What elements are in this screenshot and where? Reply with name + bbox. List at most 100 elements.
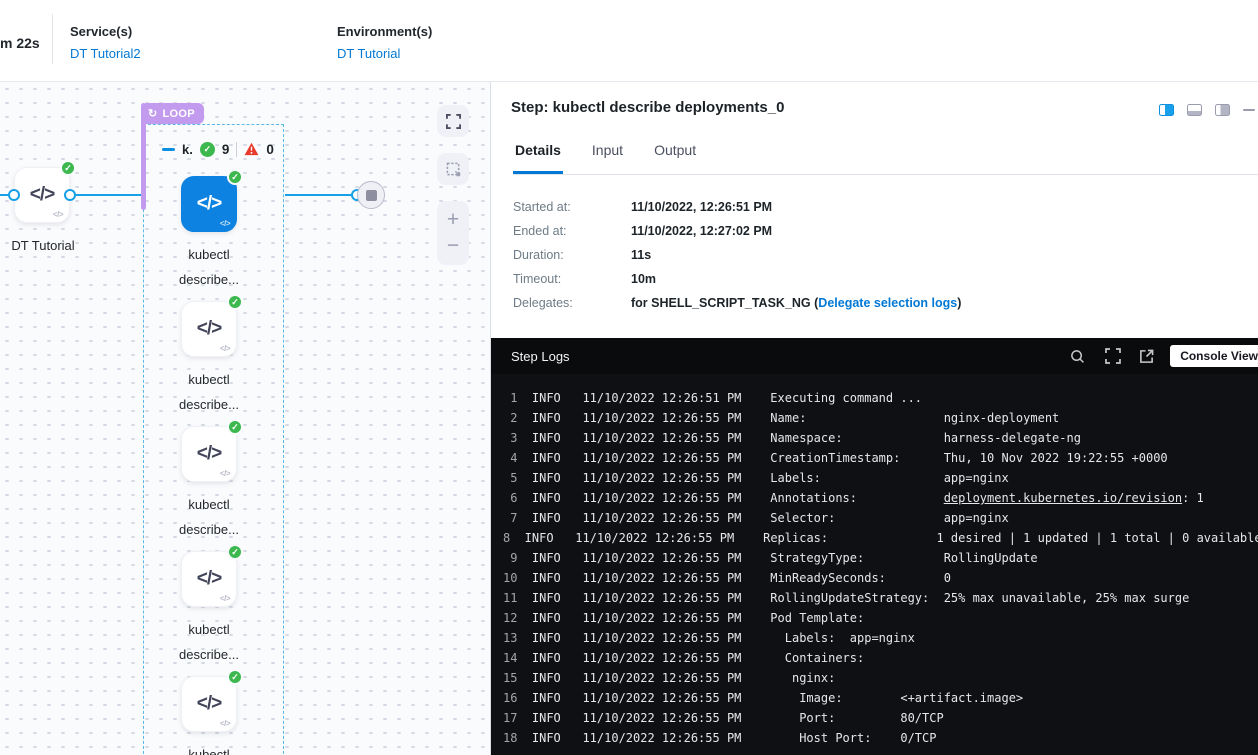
log-search-icon[interactable] [1070, 349, 1085, 364]
log-message: MinReadySeconds: 0 [770, 568, 951, 588]
log-line: 7INFO11/10/2022 12:26:55 PMSelector: app… [503, 508, 1258, 528]
step-logs-console[interactable]: 1INFO11/10/2022 12:26:51 PMExecuting com… [491, 374, 1258, 748]
log-line-number: 4 [503, 448, 517, 468]
environment-link[interactable]: DT Tutorial [337, 46, 432, 61]
field-label: Started at: [513, 200, 631, 214]
canvas-zoom-controls: + − [437, 201, 469, 265]
success-badge-icon: ✓ [227, 294, 243, 310]
success-badge-icon: ✓ [227, 169, 243, 185]
log-level: INFO [532, 648, 561, 668]
delegate-selection-logs-link[interactable]: Delegate selection logs [818, 296, 957, 310]
field-row: Duration:11s [513, 248, 961, 262]
canvas-select-area-button[interactable] [437, 153, 469, 185]
log-line: 16INFO11/10/2022 12:26:55 PM Image: <+ar… [503, 688, 1258, 708]
log-line-number: 16 [503, 688, 517, 708]
log-line: 11INFO11/10/2022 12:26:55 PMRollingUpdat… [503, 588, 1258, 608]
graph-node-dt-tutorial[interactable]: </> </> ✓ [14, 167, 70, 223]
service-label: Service(s) [70, 24, 132, 39]
field-value: for SHELL_SCRIPT_TASK_NG (Delegate selec… [631, 296, 961, 310]
field-label: Ended at: [513, 224, 631, 238]
collapse-group-icon[interactable] [162, 148, 175, 151]
log-message: CreationTimestamp: Thu, 10 Nov 2022 19:2… [770, 448, 1167, 468]
log-level: INFO [532, 608, 561, 628]
log-message: StrategyType: RollingUpdate [770, 548, 1037, 568]
log-line: 10INFO11/10/2022 12:26:55 PMMinReadySeco… [503, 568, 1258, 588]
zoom-out-button[interactable]: − [437, 233, 469, 259]
canvas-fit-view-button[interactable] [437, 105, 469, 137]
selection-box-icon [446, 162, 461, 177]
log-level: INFO [532, 728, 561, 748]
log-timestamp: 11/10/2022 12:26:55 PM [582, 728, 741, 748]
console-view-button[interactable]: Console View [1170, 345, 1258, 367]
success-badge-icon: ✓ [227, 419, 243, 435]
tab-output[interactable]: Output [652, 142, 698, 174]
log-line: 14INFO11/10/2022 12:26:55 PM Containers: [503, 648, 1258, 668]
log-message: Labels: app=nginx [770, 628, 915, 648]
zoom-in-button[interactable]: + [437, 207, 469, 233]
log-message: Containers: [770, 648, 864, 668]
log-timestamp: 11/10/2022 12:26:55 PM [582, 628, 741, 648]
log-level: INFO [532, 448, 561, 468]
execution-summary-bar: m 22s Service(s) DT Tutorial2 Environmen… [0, 0, 1258, 82]
log-message: Pod Template: [770, 608, 864, 628]
log-line: 13INFO11/10/2022 12:26:55 PM Labels: app… [503, 628, 1258, 648]
graph-node-step[interactable]: </></>✓ [181, 676, 237, 732]
step-detail-fields: Started at:11/10/2022, 12:26:51 PMEnded … [513, 200, 961, 320]
log-line: 5INFO11/10/2022 12:26:55 PMLabels: app=n… [503, 468, 1258, 488]
failed-count: 0 [266, 142, 274, 157]
field-label: Timeout: [513, 272, 631, 286]
field-row: Timeout:10m [513, 272, 961, 286]
pipeline-graph-canvas[interactable]: ↻ LOOP k. ✓ 9 0 </> </> ✓ DT Tut [0, 82, 490, 755]
log-message: Annotations: deployment.kubernetes.io/re… [770, 488, 1204, 508]
log-message: Selector: app=nginx [770, 508, 1008, 528]
log-level: INFO [532, 668, 561, 688]
layout-bottom-panel-icon[interactable] [1187, 104, 1202, 116]
log-message: RollingUpdateStrategy: 25% max unavailab… [770, 588, 1189, 608]
graph-end-node[interactable] [357, 181, 385, 209]
log-line: 1INFO11/10/2022 12:26:51 PMExecuting com… [503, 388, 1258, 408]
log-level: INFO [532, 588, 561, 608]
log-level: INFO [532, 568, 561, 588]
tab-details[interactable]: Details [513, 142, 563, 174]
layout-split-right-icon[interactable] [1159, 104, 1174, 116]
step-details-panel: Step: kubectl describe deployments_0 Det… [490, 82, 1258, 755]
field-value: 11/10/2022, 12:27:02 PM [631, 224, 772, 238]
log-annotation-link[interactable]: deployment.kubernetes.io/revision [944, 491, 1182, 505]
minimize-panel-icon[interactable] [1243, 109, 1255, 111]
log-line-number: 9 [503, 548, 517, 568]
expand-icon [446, 114, 461, 129]
delegates-value-suffix: ) [957, 296, 961, 310]
log-line: 3INFO11/10/2022 12:26:55 PMNamespace: ha… [503, 428, 1258, 448]
field-value: 10m [631, 272, 656, 286]
layout-right-panel-icon[interactable] [1215, 104, 1230, 116]
graph-node-step[interactable]: </></>✓ [181, 176, 237, 232]
service-link[interactable]: DT Tutorial2 [70, 46, 141, 61]
log-timestamp: 11/10/2022 12:26:55 PM [582, 708, 741, 728]
log-level: INFO [532, 708, 561, 728]
open-in-new-tab-icon[interactable] [1139, 349, 1154, 364]
log-timestamp: 11/10/2022 12:26:55 PM [582, 488, 741, 508]
graph-node-step[interactable]: </></>✓ [181, 551, 237, 607]
log-line-number: 11 [503, 588, 517, 608]
log-level: INFO [532, 468, 561, 488]
node-label: kubectl describe... [169, 492, 249, 542]
log-level: INFO [525, 528, 554, 548]
log-message: Labels: app=nginx [770, 468, 1008, 488]
success-badge-icon: ✓ [227, 544, 243, 560]
graph-node-step[interactable]: </></>✓ [181, 426, 237, 482]
log-line: 12INFO11/10/2022 12:26:55 PMPod Template… [503, 608, 1258, 628]
log-line-number: 14 [503, 648, 517, 668]
tab-input[interactable]: Input [590, 142, 625, 174]
log-fullscreen-icon[interactable] [1105, 348, 1121, 364]
step-logs-header: Step Logs Console View [491, 338, 1258, 374]
log-timestamp: 11/10/2022 12:26:55 PM [582, 468, 741, 488]
log-level: INFO [532, 688, 561, 708]
log-line-number: 6 [503, 488, 517, 508]
loop-group-header: k. ✓ 9 0 [162, 140, 274, 158]
graph-node-step[interactable]: </></>✓ [181, 301, 237, 357]
code-mini-icon: </> [220, 719, 230, 728]
log-level: INFO [532, 408, 561, 428]
node-port [64, 189, 76, 201]
log-line-number: 3 [503, 428, 517, 448]
field-label: Delegates: [513, 296, 631, 310]
